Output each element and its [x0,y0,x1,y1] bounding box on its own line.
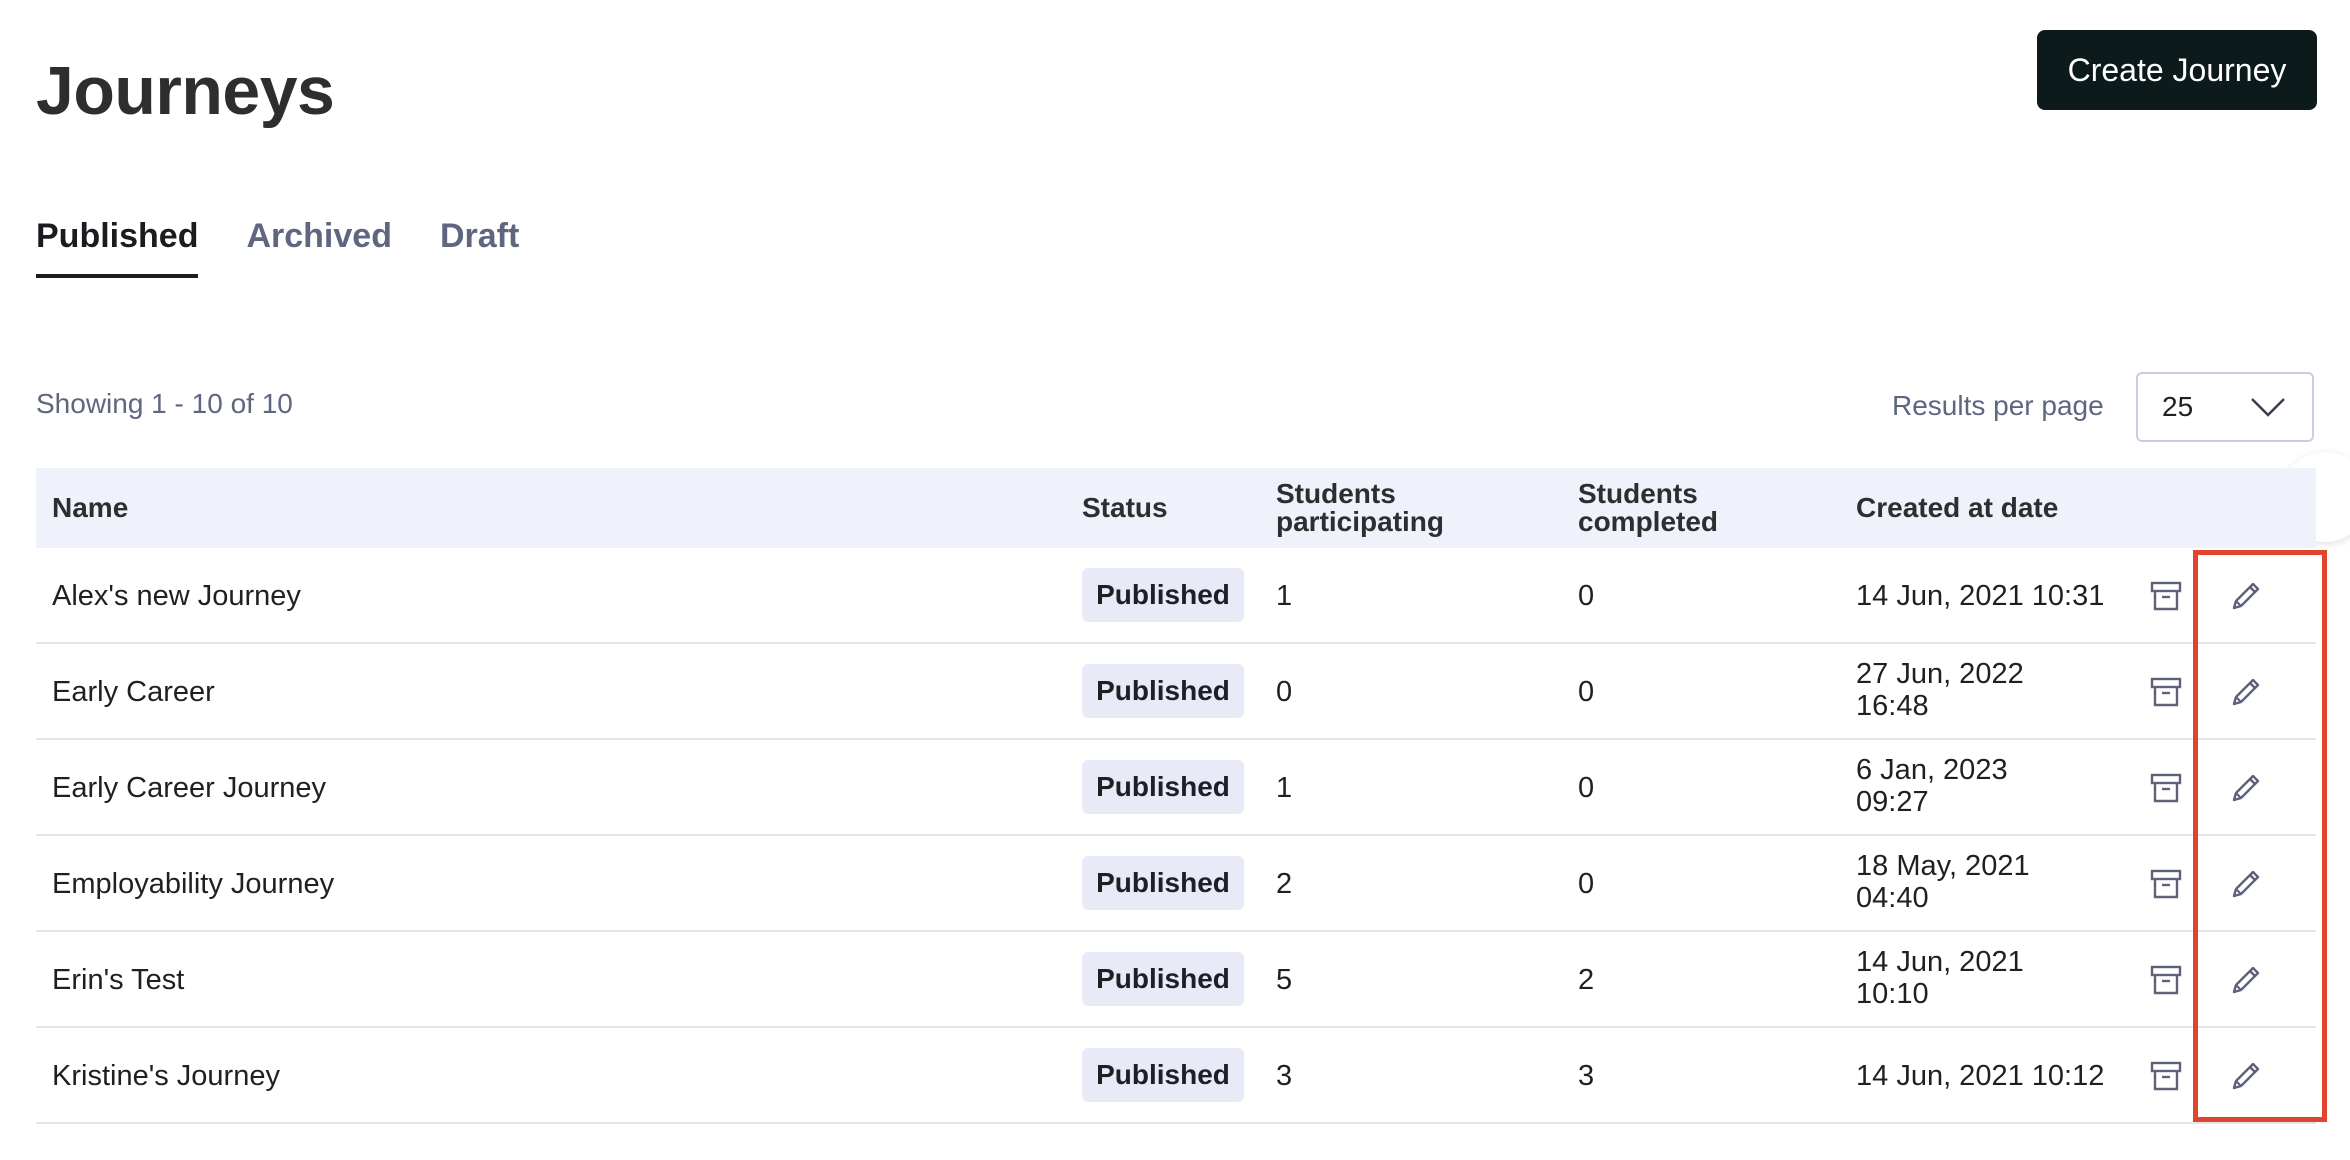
status-badge: Published [1082,664,1244,718]
journey-name: Early Career Journey [52,772,326,804]
results-count: Showing 1 - 10 of 10 [36,388,293,419]
column-header-completed-line1: Students [1578,478,1698,509]
results-per-page-select[interactable]: 25 [2136,372,2314,442]
students-completed: 3 [1578,1060,1595,1092]
archive-icon[interactable] [2146,1056,2186,1096]
column-header-participating[interactable]: Students participating [1276,480,1444,536]
tab-published[interactable]: Published [36,212,199,278]
created-date: 27 Jun, 2022 16:48 [1856,658,2024,722]
status-badge: Published [1082,1048,1244,1102]
column-header-participating-line1: Students [1276,478,1396,509]
column-header-completed-line2: completed [1578,506,1719,537]
created-date-line2: 04:40 [1856,882,1929,914]
created-date-line1: 14 Jun, 2021 [1856,946,2024,978]
journey-name: Early Career [52,676,215,708]
created-date: 14 Jun, 2021 10:10 [1856,946,2024,1010]
results-per-page-label: Results per page [1892,390,2104,421]
archive-icon[interactable] [2146,864,2186,904]
students-completed: 0 [1578,772,1595,804]
created-date-line1: 27 Jun, 2022 [1856,658,2024,690]
chevron-down-icon [2251,398,2285,417]
pencil-icon[interactable] [2226,672,2266,712]
archive-icon[interactable] [2146,768,2186,808]
students-participating: 1 [1276,772,1293,804]
journey-name: Erin's Test [52,964,185,996]
column-header-created[interactable]: Created at date [1856,494,2058,522]
created-date: 14 Jun, 2021 10:12 [1856,1060,2104,1092]
table-row[interactable]: Employability Journey Published 2 0 18 M… [36,836,2316,932]
students-participating: 0 [1276,676,1293,708]
archive-icon[interactable] [2146,576,2186,616]
pencil-icon[interactable] [2226,576,2266,616]
status-badge: Published [1082,856,1244,910]
table-row[interactable]: Early Career Published 0 0 27 Jun, 2022 … [36,644,2316,740]
created-date: 14 Jun, 2021 10:31 [1856,580,2104,612]
students-participating: 2 [1276,868,1293,900]
tab-draft[interactable]: Draft [440,212,519,278]
pencil-icon[interactable] [2226,864,2266,904]
pencil-icon[interactable] [2226,768,2266,808]
archive-icon[interactable] [2146,672,2186,712]
status-badge: Published [1082,568,1244,622]
column-header-completed[interactable]: Students completed [1578,480,1718,536]
tab-archived[interactable]: Archived [246,212,392,278]
journey-name: Employability Journey [52,868,335,900]
students-completed: 0 [1578,868,1595,900]
status-tabs: Published Archived Draft [36,212,567,278]
created-date: 18 May, 2021 04:40 [1856,850,2030,914]
students-completed: 0 [1578,676,1595,708]
column-header-name[interactable]: Name [52,494,128,522]
table-header: Name Status Students participating Stude… [36,468,2316,548]
status-badge: Published [1082,760,1244,814]
results-per-page-value: 25 [2162,391,2194,422]
students-participating: 5 [1276,964,1293,996]
create-journey-button[interactable]: Create Journey [2037,30,2317,110]
journey-name: Alex's new Journey [52,580,301,612]
column-header-participating-line2: participating [1276,506,1445,537]
journey-name: Kristine's Journey [52,1060,280,1092]
page-title: Journeys [36,53,335,129]
students-completed: 2 [1578,964,1595,996]
created-date-line1: 14 Jun, 2021 10:31 [1856,580,2105,612]
table-row[interactable]: Early Career Journey Published 1 0 6 Jan… [36,740,2316,836]
created-date: 6 Jan, 2023 09:27 [1856,754,2008,818]
journeys-table: Name Status Students participating Stude… [36,468,2316,1124]
pencil-icon[interactable] [2226,1056,2266,1096]
students-participating: 3 [1276,1060,1293,1092]
created-date-line1: 18 May, 2021 [1856,850,2030,882]
created-date-line2: 10:10 [1856,978,1929,1010]
table-row[interactable]: Erin's Test Published 5 2 14 Jun, 2021 1… [36,932,2316,1028]
archive-icon[interactable] [2146,960,2186,1000]
column-header-status[interactable]: Status [1082,494,1168,522]
created-date-line1: 6 Jan, 2023 [1856,754,2008,786]
pencil-icon[interactable] [2226,960,2266,1000]
students-participating: 1 [1276,580,1293,612]
students-completed: 0 [1578,580,1595,612]
table-row[interactable]: Alex's new Journey Published 1 0 14 Jun,… [36,548,2316,644]
status-badge: Published [1082,952,1244,1006]
created-date-line2: 16:48 [1856,690,1929,722]
created-date-line1: 14 Jun, 2021 10:12 [1856,1060,2105,1092]
created-date-line2: 09:27 [1856,786,1929,818]
table-row[interactable]: Kristine's Journey Published 3 3 14 Jun,… [36,1028,2316,1124]
